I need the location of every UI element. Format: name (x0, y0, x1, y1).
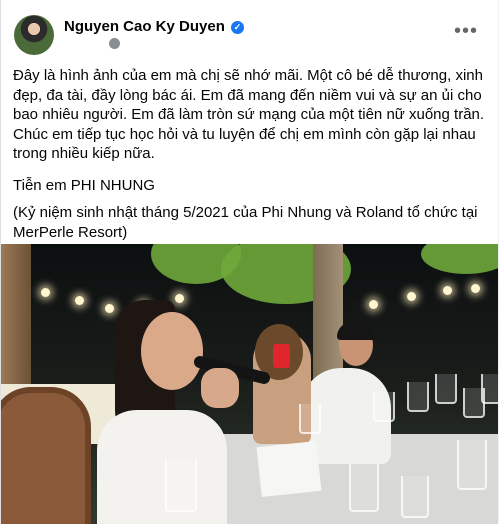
man-hair (337, 322, 375, 340)
foliage (421, 244, 498, 274)
string-light (369, 300, 378, 309)
wine-glass (435, 374, 457, 404)
author-name-row: Nguyen Cao Ky Duyen ✓ (64, 18, 245, 35)
string-light (175, 294, 184, 303)
globe-icon[interactable] (109, 38, 120, 49)
wine-glass (299, 404, 321, 434)
water-glass (457, 440, 487, 490)
tree-trunk (1, 244, 31, 384)
post-header: Nguyen Cao Ky Duyen ✓ ••• (1, 0, 498, 62)
wine-glass (373, 392, 395, 422)
string-light (471, 284, 480, 293)
phone (273, 344, 290, 368)
string-light (443, 286, 452, 295)
string-light (407, 292, 416, 301)
post-photo[interactable] (1, 244, 498, 524)
string-light (75, 296, 84, 305)
string-light (105, 304, 114, 313)
post-text: Đây là hình ảnh của em mà chị sẽ nhớ mãi… (13, 66, 487, 254)
wine-glass (481, 374, 498, 404)
post-card: Nguyen Cao Ky Duyen ✓ ••• Đây là hình ản… (0, 0, 498, 524)
water-glass (165, 460, 197, 512)
more-options-icon[interactable]: ••• (454, 20, 478, 43)
post-paragraph: Tiễn em PHI NHUNG (13, 176, 155, 194)
hand (201, 368, 239, 408)
author-name[interactable]: Nguyen Cao Ky Duyen (64, 18, 225, 35)
napkin (256, 441, 322, 497)
post-paragraph: Đây là hình ảnh của em mà chị sẽ nhớ mãi… (13, 67, 485, 162)
singer-dress (97, 410, 227, 524)
post-paragraph: (Kỷ niệm sinh nhật tháng 5/2021 của Phi … (13, 204, 478, 241)
chair (1, 387, 91, 524)
string-light (41, 288, 50, 297)
post-meta (109, 38, 120, 52)
water-glass (349, 464, 379, 512)
water-glass (401, 476, 429, 518)
author-avatar[interactable] (14, 15, 54, 55)
singer-face (141, 312, 203, 390)
verified-badge-icon: ✓ (231, 21, 245, 34)
wine-glass (407, 382, 429, 412)
